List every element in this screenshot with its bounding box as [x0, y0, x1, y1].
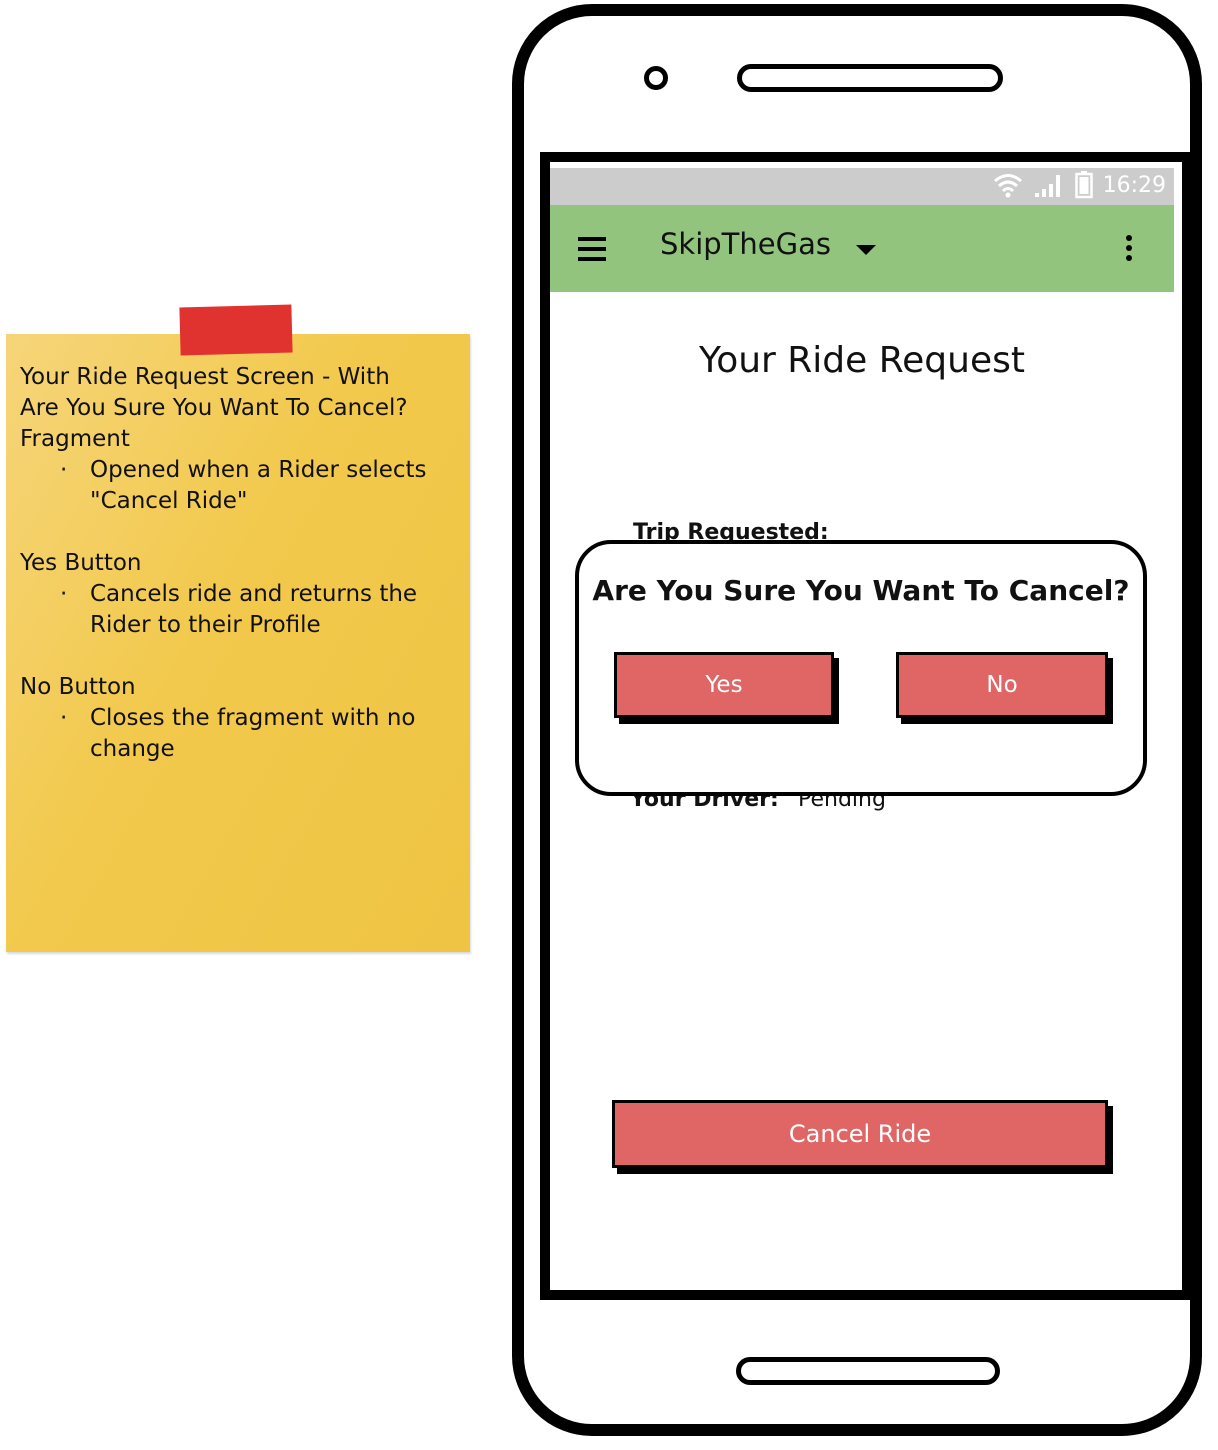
status-time: 16:29 — [1102, 172, 1166, 198]
note-yes-heading: Yes Button — [20, 550, 142, 576]
cancel-ride-button[interactable]: Cancel Ride — [612, 1100, 1108, 1168]
home-button[interactable] — [736, 1357, 1000, 1385]
note-gap — [20, 517, 460, 548]
hamburger-menu-icon[interactable] — [578, 237, 606, 261]
app-title[interactable]: SkipTheGas — [660, 227, 831, 261]
note-bullet: Closes the fragment with no change — [60, 703, 460, 765]
note-bullet-line: "Cancel Ride" — [90, 488, 248, 514]
status-bar: 16:29 — [550, 168, 1174, 205]
note-bullet-line: Cancels ride and returns the — [90, 581, 418, 607]
note-title-line2: Are You Sure You Want To Cancel? — [20, 395, 408, 421]
note-bullet: Cancels ride and returns the Rider to th… — [60, 579, 460, 641]
note-tape — [179, 304, 293, 356]
note-gap — [20, 641, 460, 672]
dialog-title: Are You Sure You Want To Cancel? — [592, 574, 1130, 607]
yes-button[interactable]: Yes — [614, 652, 834, 718]
note-bullet-line: Closes the fragment with no — [90, 705, 416, 731]
signal-icon — [1034, 175, 1060, 197]
note-bullets-3: Closes the fragment with no change — [20, 703, 460, 765]
no-button[interactable]: No — [896, 652, 1108, 718]
speaker-grille — [737, 64, 1003, 92]
note-title-line1: Your Ride Request Screen - With — [20, 364, 390, 390]
wifi-icon — [993, 174, 1022, 198]
note-text: Your Ride Request Screen - With Are You … — [20, 362, 460, 765]
note-bullets-1: Opened when a Rider selects "Cancel Ride… — [20, 455, 460, 517]
battery-icon — [1074, 171, 1093, 199]
status-icons: 16:29 — [993, 171, 1166, 199]
dropdown-caret-icon[interactable] — [856, 245, 876, 255]
note-bullet: Opened when a Rider selects "Cancel Ride… — [60, 455, 460, 517]
note-title-line3: Fragment — [20, 426, 130, 452]
note-no-heading: No Button — [20, 674, 136, 700]
note-bullet-line: change — [90, 736, 175, 762]
note-bullet-line: Rider to their Profile — [90, 612, 321, 638]
camera-icon — [644, 66, 668, 90]
note-bullet-line: Opened when a Rider selects — [90, 457, 427, 483]
app-bar: SkipTheGas — [550, 205, 1174, 292]
note-bullets-2: Cancels ride and returns the Rider to th… — [20, 579, 460, 641]
page-title: Your Ride Request — [699, 340, 1025, 381]
overflow-menu-icon[interactable] — [1126, 235, 1132, 265]
